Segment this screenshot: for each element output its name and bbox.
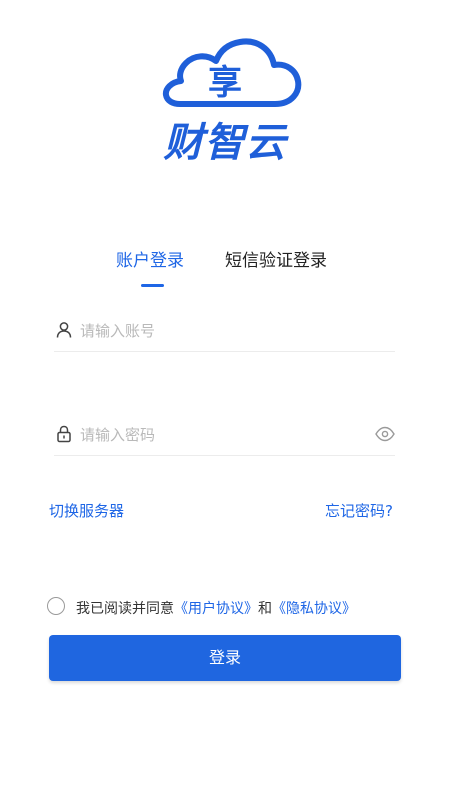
brand-name: 财智云 <box>163 120 287 166</box>
switch-server-link[interactable]: 切换服务器 <box>49 500 124 521</box>
agreement-prefix: 我已阅读并同意 <box>76 601 174 617</box>
lock-icon <box>57 425 71 443</box>
tab-sms-login[interactable]: 短信验证登录 <box>225 246 327 271</box>
brand-logo: 享 财智云 <box>140 34 310 166</box>
privacy-policy-link[interactable]: 《隐私协议》 <box>272 601 356 617</box>
forgot-password-link[interactable]: 忘记密码? <box>325 500 393 521</box>
logo-glyph: 享 <box>208 63 242 103</box>
password-input[interactable] <box>78 421 362 449</box>
password-field <box>54 417 395 456</box>
user-icon <box>56 322 72 338</box>
eye-icon[interactable] <box>375 426 395 442</box>
cloud-logo-icon: 享 <box>162 38 302 107</box>
agreement-text: 我已阅读并同意《用户协议》和《隐私协议》 <box>76 598 356 618</box>
login-button[interactable]: 登录 <box>49 635 401 681</box>
login-tabs: 账户登录 短信验证登录 <box>0 246 450 296</box>
account-input[interactable] <box>78 317 362 345</box>
agree-radio[interactable] <box>47 597 65 615</box>
agreement-row: 我已阅读并同意《用户协议》和《隐私协议》 <box>47 597 427 619</box>
user-agreement-link[interactable]: 《用户协议》 <box>174 601 258 617</box>
agreement-and: 和 <box>258 601 272 617</box>
tab-account-login[interactable]: 账户登录 <box>116 246 184 271</box>
account-field <box>54 313 395 352</box>
active-tab-indicator <box>141 284 164 287</box>
